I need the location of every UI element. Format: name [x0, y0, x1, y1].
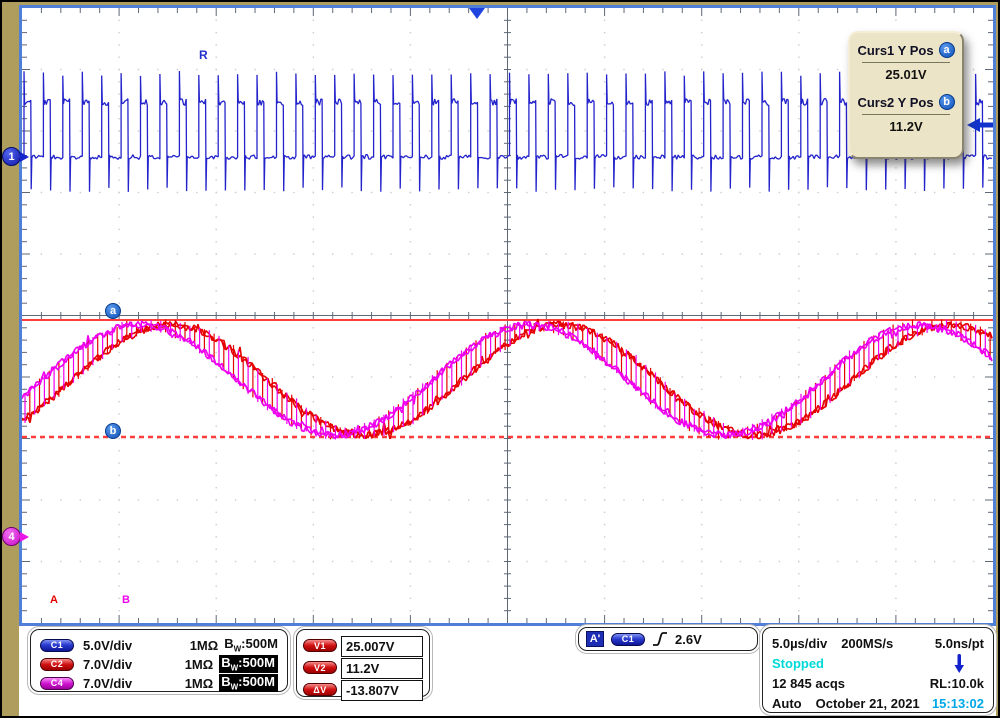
- channel2-badge[interactable]: C2: [40, 658, 74, 671]
- sample-resolution: 5.0ns/pt: [935, 636, 984, 651]
- channel4-bandwidth: BW:500M: [219, 674, 278, 693]
- cursor1-title-row: Curs1 Y Pos a: [850, 42, 962, 58]
- timebase-scale: 5.0µs/div: [772, 636, 827, 651]
- channel4-impedance: 1MΩ: [185, 676, 213, 691]
- cursor-a-handle[interactable]: a: [105, 303, 121, 319]
- sample-rate: 200MS/s: [841, 636, 893, 651]
- delta-v-badge: ΔV: [303, 683, 337, 696]
- channel4-scale: 7.0V/div: [83, 676, 132, 691]
- cursor-b-handle[interactable]: b: [105, 423, 121, 439]
- acquisition-status: Stopped: [772, 656, 824, 671]
- channel2-bandwidth: BW:500M: [219, 655, 278, 674]
- ref-marker-label: R: [199, 48, 208, 62]
- oscilloscope-screenshot: { "cursor_readout": { "curs1_label": "Cu…: [0, 0, 1000, 718]
- channel4-settings-row[interactable]: C4 7.0V/div 1MΩ BW:500M: [40, 674, 278, 692]
- trigger-level-icon: [967, 118, 980, 132]
- v2-measurement-row: V2 11.2V: [303, 657, 423, 678]
- channel1-impedance: 1MΩ: [190, 638, 218, 653]
- horizontal-acquisition-panel[interactable]: 5.0µs/div 200MS/s 5.0ns/pt Stopped 12 84…: [762, 627, 994, 713]
- trigger-b-label: B: [122, 594, 130, 606]
- rising-edge-icon: [652, 630, 668, 648]
- datetime-row: Auto October 21, 2021 15:13:02: [772, 693, 984, 713]
- channel4-marker-label: 4: [2, 527, 21, 546]
- v1-value: 25.007V: [341, 636, 423, 657]
- cursor2-b-badge: b: [939, 94, 955, 110]
- channel1-scale: 5.0V/div: [83, 638, 132, 653]
- channel1-settings-row[interactable]: C1 5.0V/div 1MΩ BW:500M: [40, 636, 278, 654]
- delta-v-measurement-row: ΔV -13.807V: [303, 679, 423, 700]
- cursor1-a-badge: a: [939, 42, 955, 58]
- time-text: 15:13:02: [932, 696, 984, 711]
- channel-settings-panel[interactable]: C1 5.0V/div 1MΩ BW:500M C2 7.0V/div 1MΩ …: [30, 629, 288, 692]
- trigger-panel[interactable]: A' C1 2.6V: [578, 627, 758, 651]
- cursor2-label: Curs2 Y Pos: [857, 95, 933, 110]
- divider: [862, 62, 950, 63]
- record-length: RL:10.0k: [930, 676, 984, 691]
- channel2-scale: 7.0V/div: [83, 657, 132, 672]
- cursor-measurement-panel[interactable]: V1 25.007V V2 11.2V ΔV -13.807V: [296, 629, 430, 697]
- trigger-mode: Auto: [772, 696, 802, 711]
- v2-badge: V2: [303, 661, 337, 674]
- v1-measurement-row: V1 25.007V: [303, 635, 423, 656]
- channel2-settings-row[interactable]: C2 7.0V/div 1MΩ BW:500M: [40, 655, 278, 673]
- v1-badge: V1: [303, 639, 337, 652]
- channel4-marker-arrow-icon: [20, 532, 29, 542]
- channel1-badge[interactable]: C1: [40, 639, 74, 652]
- trigger-position-icon: [469, 8, 485, 19]
- status-bar: C1 5.0V/div 1MΩ BW:500M C2 7.0V/div 1MΩ …: [19, 626, 996, 716]
- acquisition-status-row: Stopped: [772, 653, 984, 673]
- cursor1-label: Curs1 Y Pos: [857, 43, 933, 58]
- trigger-a-label: A: [50, 594, 58, 606]
- acquisition-count: 12 845 acqs: [772, 676, 845, 691]
- channel2-impedance: 1MΩ: [185, 657, 213, 672]
- channel1-marker-label: 1: [2, 147, 21, 166]
- timebase-row: 5.0µs/div 200MS/s 5.0ns/pt: [772, 633, 984, 653]
- channel1-marker-arrow-icon: [20, 152, 29, 162]
- divider: [862, 114, 950, 115]
- cursor-readout-panel[interactable]: Curs1 Y Pos a 25.01V Curs2 Y Pos b 11.2V: [848, 31, 964, 159]
- acqs-row: 12 845 acqs RL:10.0k: [772, 673, 984, 693]
- trigger-a-badge: A': [586, 631, 604, 647]
- channel4-ground-marker[interactable]: 4: [2, 527, 29, 546]
- delta-v-value: -13.807V: [341, 680, 423, 701]
- trigger-source-badge: C1: [611, 633, 645, 646]
- trigger-level: 2.6V: [675, 632, 702, 647]
- channel1-ground-marker[interactable]: 1: [2, 147, 29, 166]
- v2-value: 11.2V: [341, 658, 423, 679]
- channel1-bandwidth: BW:500M: [224, 636, 278, 654]
- date-text: October 21, 2021: [816, 696, 920, 711]
- cursor2-value: 11.2V: [850, 119, 962, 134]
- cursor1-value: 25.01V: [850, 67, 962, 82]
- cursor2-title-row: Curs2 Y Pos b: [850, 94, 962, 110]
- channel4-badge[interactable]: C4: [40, 677, 74, 690]
